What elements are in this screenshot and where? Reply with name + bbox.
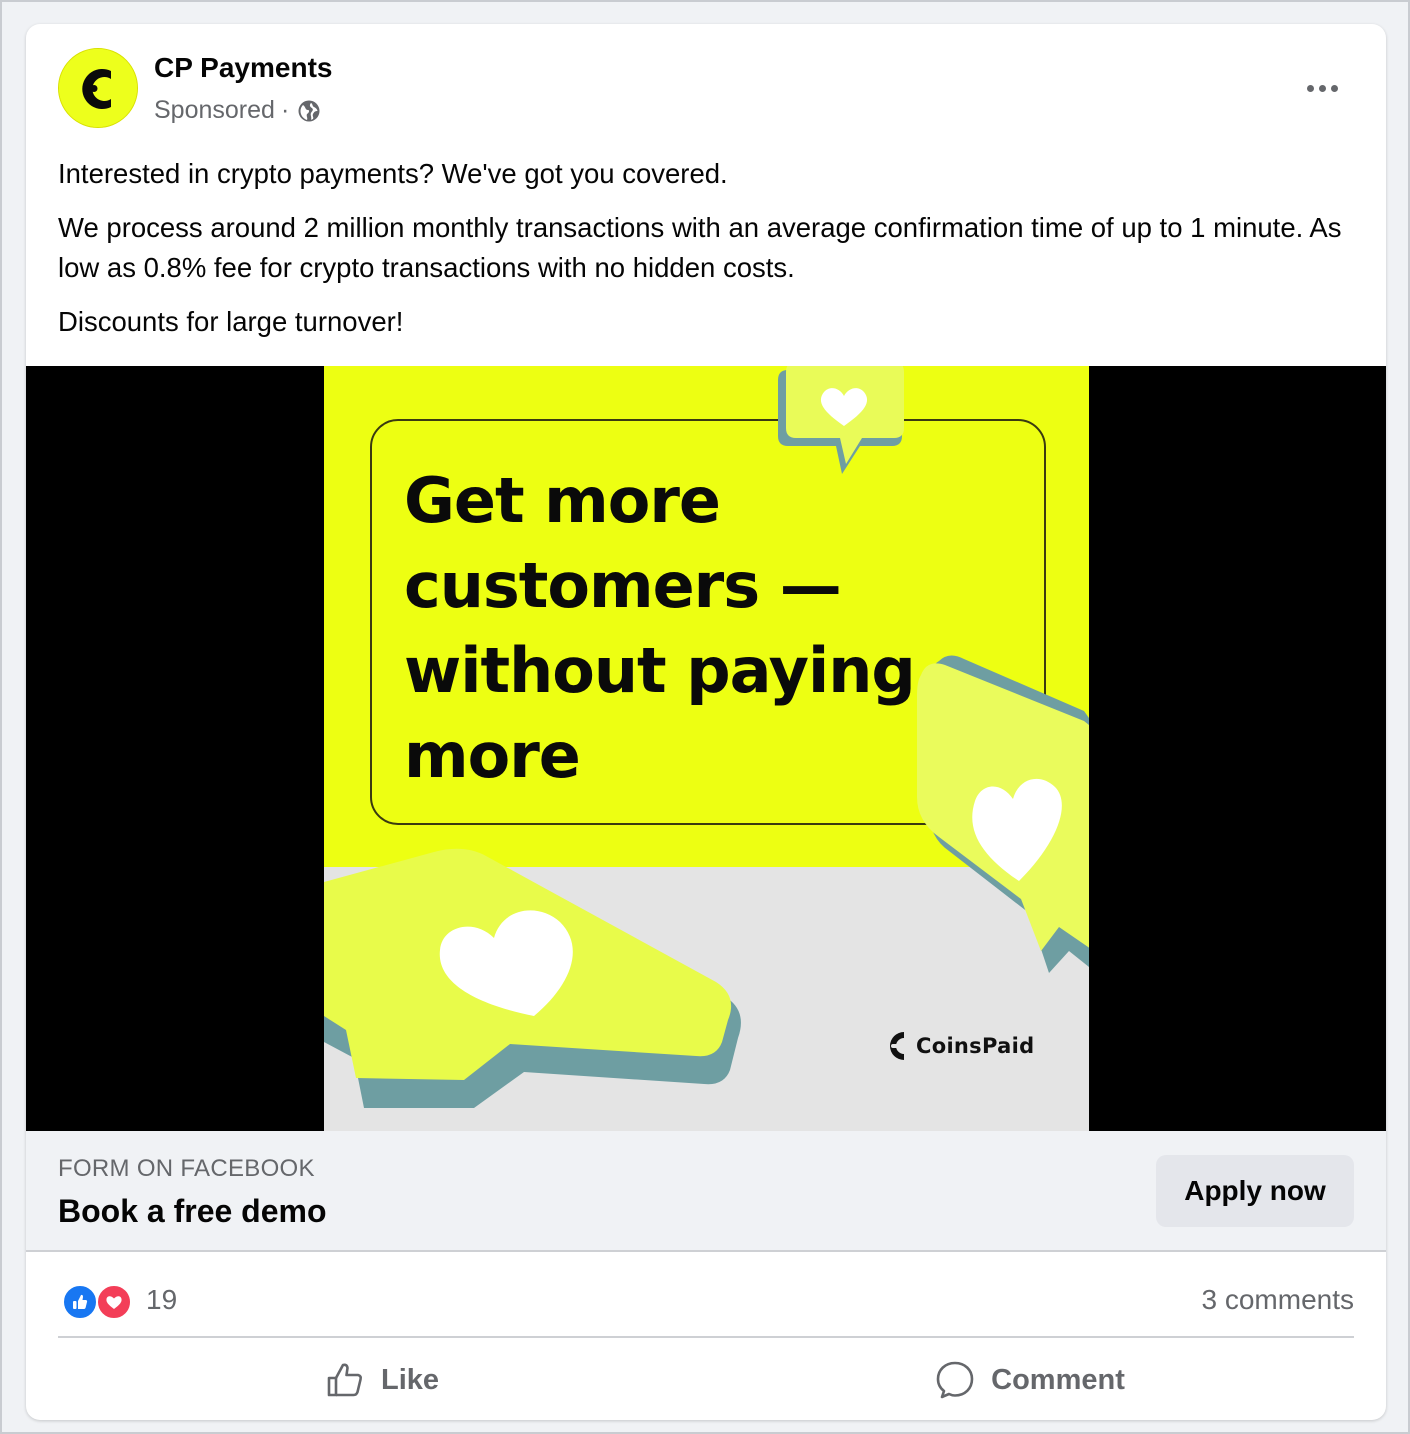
- post-paragraph: We process around 2 million monthly tran…: [58, 212, 1342, 283]
- comments-count-link[interactable]: 3 comments: [1202, 1284, 1355, 1316]
- coinspaid-mark-icon: [890, 1032, 904, 1060]
- cta-caption: FORM ON FACEBOOK: [58, 1155, 315, 1182]
- brand-logo: CoinsPaid: [880, 1026, 1034, 1066]
- dot-icon: [1306, 84, 1314, 92]
- post-actions: Like Comment: [58, 1340, 1354, 1420]
- page-name-link[interactable]: CP Payments: [154, 52, 332, 84]
- dot-icon: [1330, 84, 1338, 92]
- heart-icon: [106, 1296, 122, 1309]
- love-reaction-icon: [96, 1284, 132, 1320]
- like-reaction-icon: [62, 1284, 98, 1320]
- headline-line: without paying: [404, 634, 916, 707]
- page-avatar[interactable]: [58, 48, 138, 128]
- comment-label: Comment: [991, 1363, 1125, 1396]
- post-body: Interested in crypto payments? We've got…: [58, 154, 1354, 356]
- thumbs-up-outline-icon: [327, 1363, 363, 1397]
- headline-line: more: [404, 719, 581, 792]
- globe-icon: [298, 100, 320, 121]
- more-options-button[interactable]: [1290, 68, 1354, 108]
- brand-name: CoinsPaid: [916, 1034, 1035, 1058]
- post-paragraph: Interested in crypto payments? We've got…: [58, 158, 728, 189]
- coinspaid-logo-icon: [59, 49, 137, 127]
- ad-headline: Get more customers — without paying more: [404, 458, 964, 798]
- thumbs-up-icon: [73, 1294, 88, 1309]
- sponsored-label[interactable]: Sponsored: [154, 96, 275, 125]
- reaction-count[interactable]: 19: [146, 1284, 177, 1316]
- like-label: Like: [380, 1363, 440, 1396]
- cta-bar[interactable]: FORM ON FACEBOOK Book a free demo Apply …: [26, 1131, 1386, 1252]
- like-button[interactable]: Like: [58, 1340, 706, 1420]
- apply-now-button[interactable]: Apply now: [1156, 1155, 1354, 1227]
- comment-bubble-icon: [936, 1361, 974, 1399]
- reactions-summary: 19 3 comments: [58, 1274, 1354, 1338]
- reaction-icons[interactable]: [62, 1284, 136, 1320]
- headline-line: Get more: [404, 464, 721, 537]
- comment-button[interactable]: Comment: [706, 1340, 1354, 1420]
- ad-creative-image: Get more customers — without paying more…: [324, 366, 1089, 1131]
- sponsored-post: CP Payments Sponsored · Interested in cr…: [26, 24, 1386, 1420]
- heart-bubble-icon: [324, 848, 741, 1108]
- post-media[interactable]: Get more customers — without paying more…: [26, 366, 1386, 1131]
- screen-frame: CP Payments Sponsored · Interested in cr…: [0, 0, 1410, 1434]
- headline-line: customers —: [404, 549, 842, 622]
- post-header: CP Payments Sponsored ·: [58, 48, 1354, 130]
- meta-separator: ·: [280, 96, 290, 124]
- cta-title[interactable]: Book a free demo: [58, 1193, 327, 1230]
- post-meta: Sponsored ·: [154, 96, 321, 125]
- post-paragraph: Discounts for large turnover!: [58, 306, 404, 337]
- dot-icon: [1318, 84, 1326, 92]
